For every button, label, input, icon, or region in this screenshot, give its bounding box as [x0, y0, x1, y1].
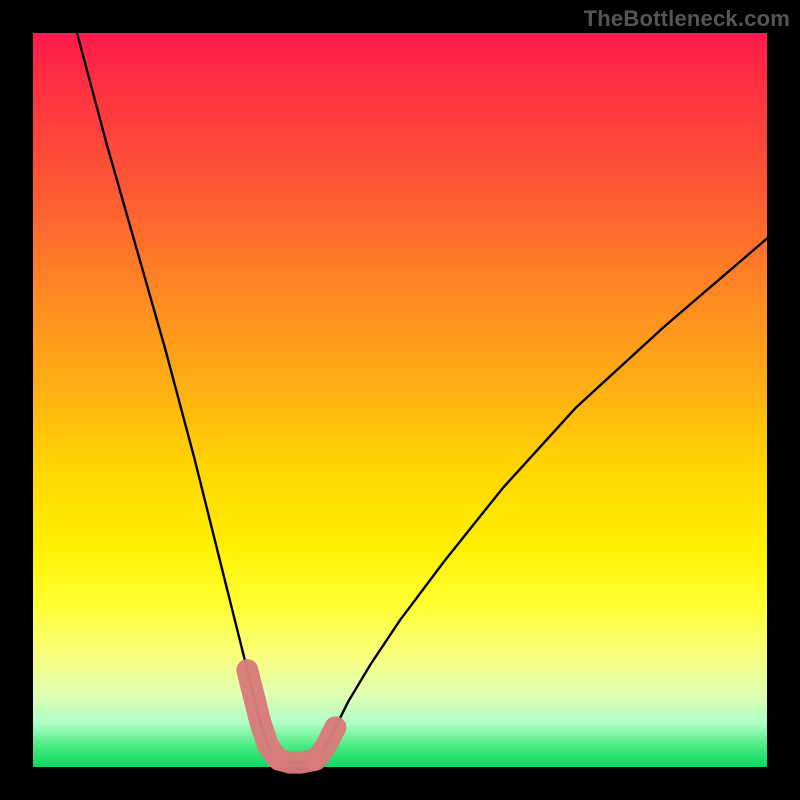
watermark-text: TheBottleneck.com: [584, 6, 790, 32]
curve-right-curve: [316, 239, 767, 760]
chart-overlay: [0, 0, 800, 800]
highlight-thick-highlight-right: [316, 727, 336, 759]
curve-left-curve: [77, 33, 279, 760]
highlight-thick-highlight-left: [247, 670, 279, 760]
